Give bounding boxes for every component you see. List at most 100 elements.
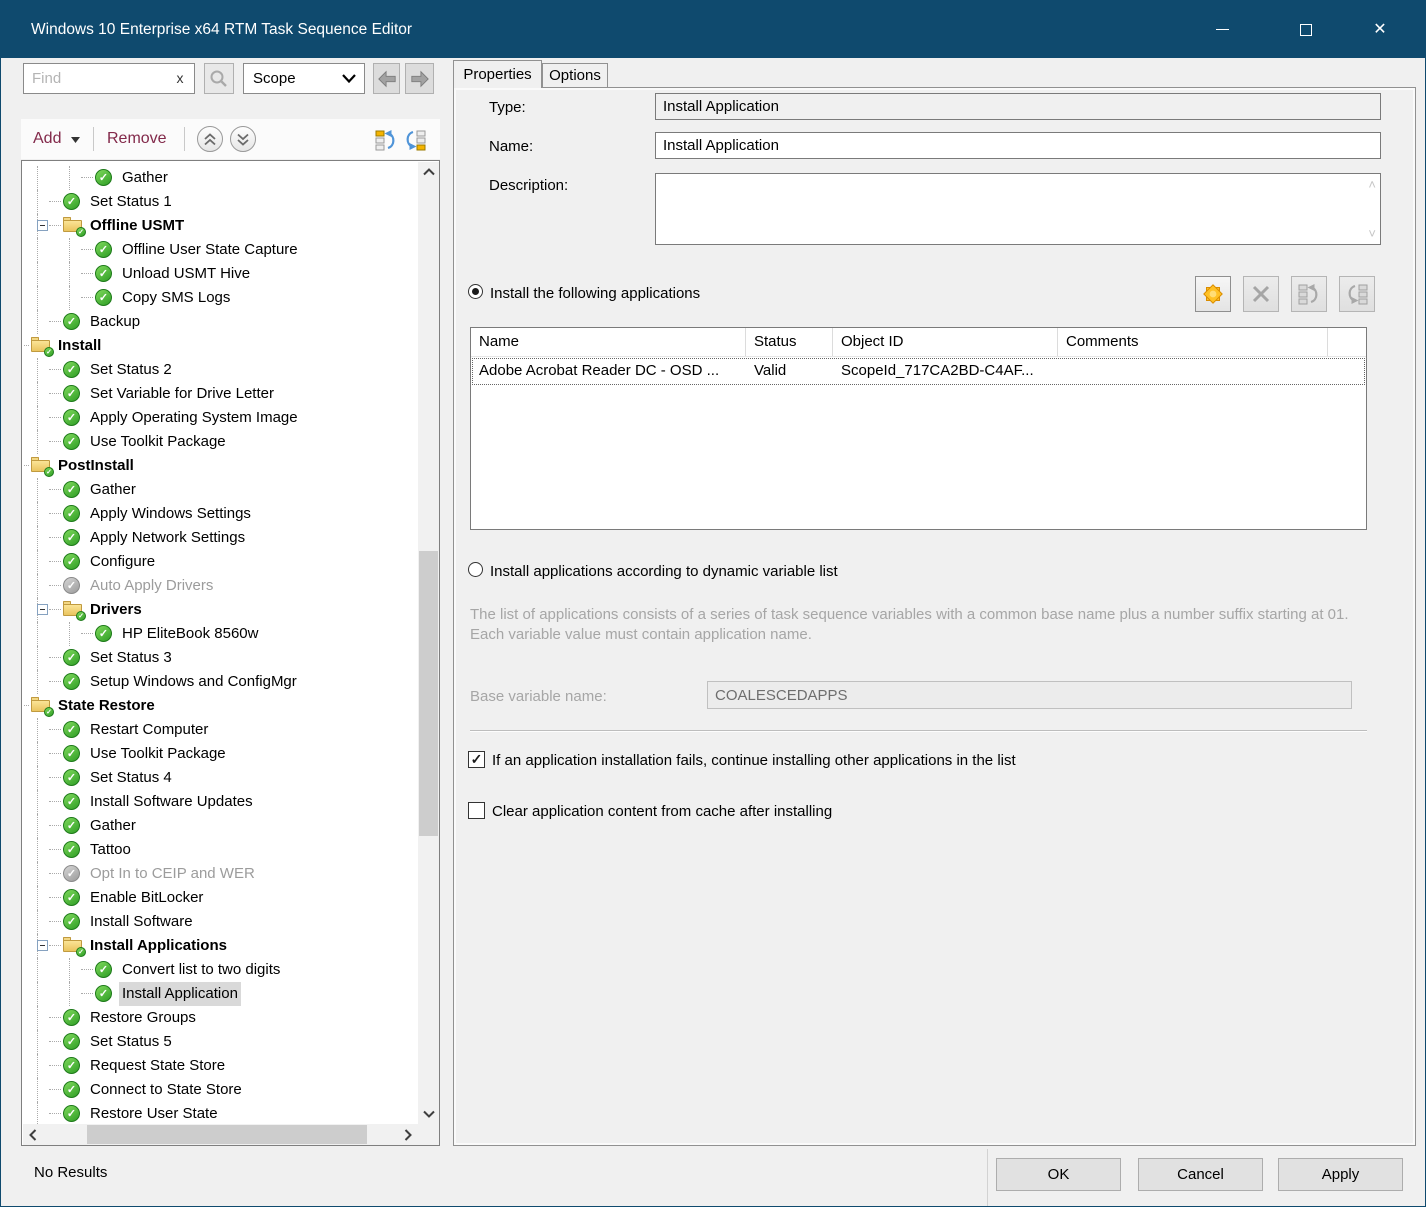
tree-item[interactable]: ✓Restore User State (23, 1102, 418, 1124)
radio-install-following[interactable] (468, 284, 483, 299)
step-check-icon: ✓ (63, 913, 80, 930)
tree-item[interactable]: ✓PostInstall (23, 454, 418, 478)
tree-item[interactable]: ✓Install Application (23, 982, 418, 1006)
scroll-up-icon[interactable]: ˄ (1368, 177, 1376, 192)
minimize-button[interactable] (1199, 1, 1245, 58)
move-up-button[interactable] (373, 128, 399, 152)
tree-item[interactable]: ✓Set Status 2 (23, 358, 418, 382)
description-field[interactable]: ˄ ˅ (655, 173, 1381, 245)
close-button[interactable]: ✕ (1357, 1, 1403, 58)
tree-item[interactable]: ✓Set Variable for Drive Letter (23, 382, 418, 406)
clear-cache-checkbox[interactable]: ✓ (468, 802, 485, 819)
tree-item[interactable]: ✓Offline USMT (23, 214, 418, 238)
tree-item[interactable]: ✓Install Software (23, 910, 418, 934)
expander-collapse-icon[interactable] (37, 604, 48, 615)
tree-item[interactable]: ✓Install (23, 334, 418, 358)
scroll-up-arrow[interactable] (418, 162, 439, 182)
scroll-right-arrow[interactable] (398, 1124, 418, 1145)
tree-item[interactable]: ✓Install Software Updates (23, 790, 418, 814)
tree-vertical-scrollbar[interactable] (418, 162, 439, 1124)
step-check-icon: ✓ (95, 961, 112, 978)
tree-item[interactable]: ✓Tattoo (23, 838, 418, 862)
ok-button[interactable]: OK (996, 1158, 1121, 1191)
add-button[interactable]: Add (33, 119, 80, 159)
tree-item[interactable]: ✓Apply Windows Settings (23, 502, 418, 526)
radio-install-dynamic[interactable] (468, 562, 483, 577)
tree-horizontal-scrollbar[interactable] (23, 1124, 418, 1145)
tree-item[interactable]: ✓Set Status 4 (23, 766, 418, 790)
remove-button[interactable]: Remove (107, 119, 167, 159)
tree-item[interactable]: ✓Gather (23, 166, 418, 190)
tree-item[interactable]: ✓Configure (23, 550, 418, 574)
delete-application-button[interactable] (1243, 276, 1279, 312)
scope-dropdown[interactable]: Scope (243, 63, 365, 94)
tree-item[interactable]: ✓Set Status 3 (23, 646, 418, 670)
tree-item[interactable]: ✓Connect to State Store (23, 1078, 418, 1102)
tree-item[interactable]: ✓Enable BitLocker (23, 886, 418, 910)
column-header[interactable]: Status (746, 328, 833, 356)
column-header[interactable]: Object ID (833, 328, 1058, 356)
base-variable-field: COALESCEDAPPS (707, 681, 1352, 709)
tree-guide-line (37, 526, 38, 550)
tree-item[interactable]: ✓Opt In to CEIP and WER (23, 862, 418, 886)
maximize-button[interactable] (1283, 1, 1329, 58)
continue-on-fail-checkbox[interactable]: ✓ (468, 751, 485, 768)
search-button[interactable] (204, 63, 234, 94)
move-application-up-button[interactable] (1291, 276, 1327, 312)
column-header[interactable]: Name (471, 328, 746, 356)
move-down-button[interactable] (402, 128, 428, 152)
toolbar-separator (93, 127, 94, 151)
tree-item[interactable]: ✓Copy SMS Logs (23, 286, 418, 310)
tree-item[interactable]: ✓Set Status 1 (23, 190, 418, 214)
tree-item[interactable]: ✓Restore Groups (23, 1006, 418, 1030)
tree-item[interactable]: ✓Apply Operating System Image (23, 406, 418, 430)
tree-guide-line (49, 777, 61, 778)
name-field[interactable]: Install Application (655, 132, 1381, 159)
application-row[interactable]: Adobe Acrobat Reader DC - OSD ...ValidSc… (471, 357, 1366, 386)
group-check-icon: ✓ (44, 467, 54, 477)
tree-item[interactable]: ✓Gather (23, 814, 418, 838)
tree-item[interactable]: ✓Install Applications (23, 934, 418, 958)
find-next-button[interactable] (405, 63, 434, 94)
scroll-down-icon[interactable]: ˅ (1368, 226, 1376, 241)
find-clear-button[interactable]: x (169, 63, 191, 94)
move-application-down-button[interactable] (1339, 276, 1375, 312)
new-application-button[interactable] (1195, 276, 1231, 312)
horizontal-scrollbar-thumb[interactable] (87, 1125, 367, 1144)
tree-item[interactable]: ✓Unload USMT Hive (23, 262, 418, 286)
tree-item[interactable]: ✓Set Status 5 (23, 1030, 418, 1054)
tree-item-label: Request State Store (87, 1054, 228, 1078)
tree-item[interactable]: ✓Auto Apply Drivers (23, 574, 418, 598)
cancel-button[interactable]: Cancel (1138, 1158, 1263, 1191)
tree-guide-line (49, 1017, 61, 1018)
scroll-left-arrow[interactable] (23, 1124, 43, 1145)
expander-collapse-icon[interactable] (37, 940, 48, 951)
tree-item[interactable]: ✓HP EliteBook 8560w (23, 622, 418, 646)
collapse-all-button[interactable] (197, 126, 223, 152)
tree-guide-line (37, 958, 38, 982)
tree-item[interactable]: ✓State Restore (23, 694, 418, 718)
tree-item[interactable]: ✓Request State Store (23, 1054, 418, 1078)
group-check-icon: ✓ (44, 347, 54, 357)
tree-item[interactable]: ✓Drivers (23, 598, 418, 622)
tree-item[interactable]: ✓Use Toolkit Package (23, 742, 418, 766)
tree-item[interactable]: ✓Backup (23, 310, 418, 334)
find-previous-button[interactable] (373, 63, 400, 94)
column-header[interactable]: Comments (1058, 328, 1328, 356)
apply-button[interactable]: Apply (1278, 1158, 1403, 1191)
tree-item[interactable]: ✓Convert list to two digits (23, 958, 418, 982)
vertical-scrollbar-thumb[interactable] (419, 551, 438, 836)
tab-properties[interactable]: Properties (453, 60, 542, 88)
tree-item[interactable]: ✓Setup Windows and ConfigMgr (23, 670, 418, 694)
tree-item[interactable]: ✓Apply Network Settings (23, 526, 418, 550)
expand-all-button[interactable] (230, 126, 256, 152)
tree-item[interactable]: ✓Gather (23, 478, 418, 502)
tab-options[interactable]: Options (542, 63, 608, 88)
expander-collapse-icon[interactable] (37, 220, 48, 231)
scroll-down-arrow[interactable] (418, 1104, 439, 1124)
tree-item[interactable]: ✓Restart Computer (23, 718, 418, 742)
tree-item-label: Enable BitLocker (87, 886, 206, 910)
tree-item[interactable]: ✓Offline User State Capture (23, 238, 418, 262)
step-check-icon: ✓ (63, 745, 80, 762)
tree-item[interactable]: ✓Use Toolkit Package (23, 430, 418, 454)
